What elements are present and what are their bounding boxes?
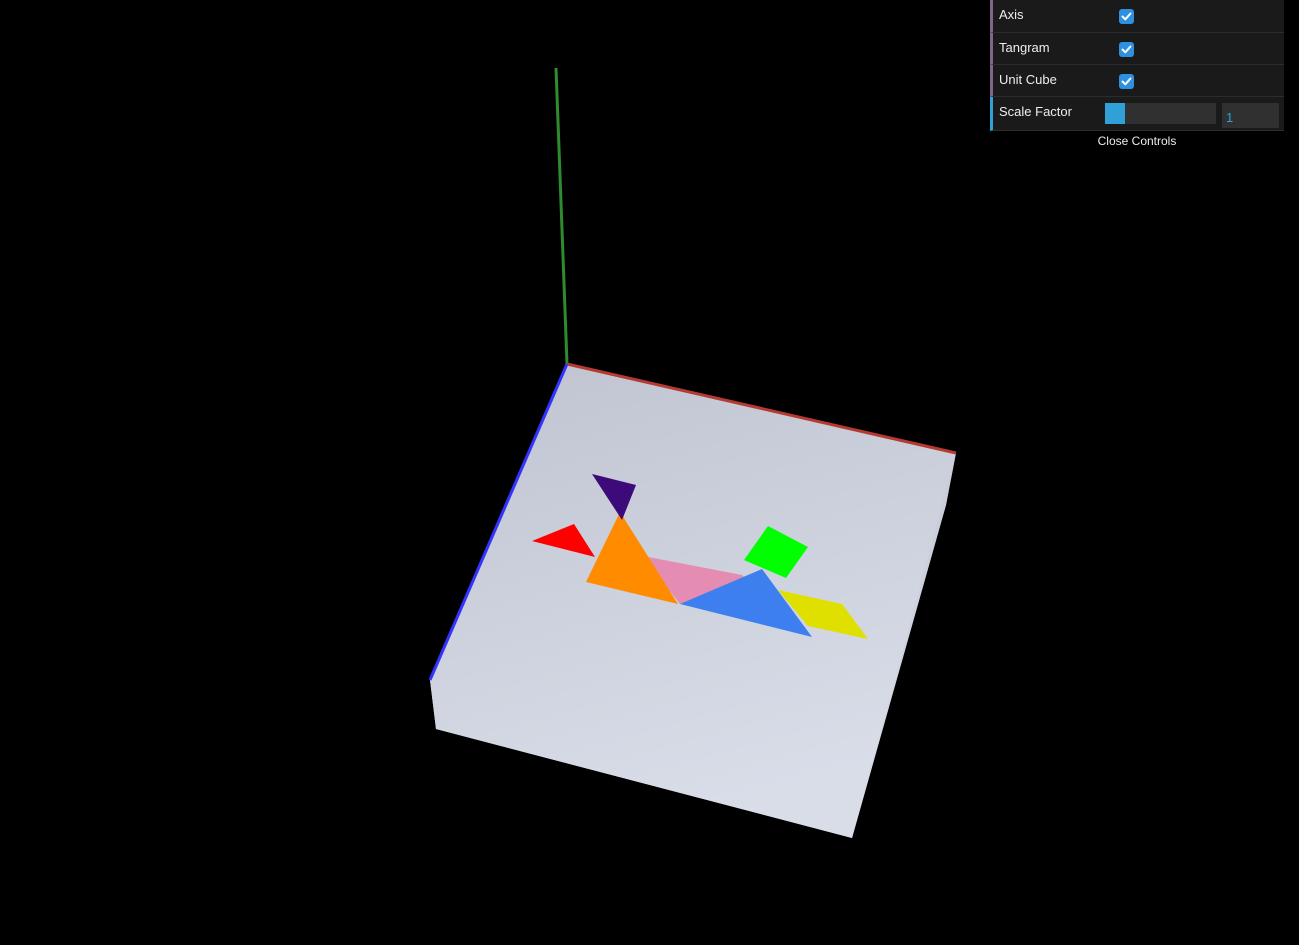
tangram-label: Tangram (999, 40, 1050, 55)
checkmark-icon (1121, 45, 1132, 54)
checkmark-icon (1121, 77, 1132, 86)
close-controls-button[interactable]: Close Controls (990, 131, 1284, 151)
tangram-control[interactable]: Tangram (990, 33, 1284, 65)
scale-factor-control[interactable]: Scale Factor (990, 97, 1284, 131)
unit-cube-control[interactable]: Unit Cube (990, 65, 1284, 97)
checkmark-icon (1121, 12, 1132, 21)
axis-checkbox[interactable] (1119, 9, 1134, 24)
axis-label: Axis (999, 7, 1024, 22)
scale-factor-label: Scale Factor (999, 104, 1072, 119)
axis-control[interactable]: Axis (990, 0, 1284, 33)
controls-panel: Axis Tangram Unit Cube Scale Factor Clos… (990, 0, 1284, 151)
tangram-checkbox[interactable] (1119, 42, 1134, 57)
unit-cube-label: Unit Cube (999, 72, 1057, 87)
unit-cube-checkbox[interactable] (1119, 74, 1134, 89)
scale-factor-slider[interactable] (1105, 103, 1216, 124)
scale-factor-input[interactable] (1222, 103, 1279, 128)
scale-factor-slider-fill (1105, 103, 1125, 124)
